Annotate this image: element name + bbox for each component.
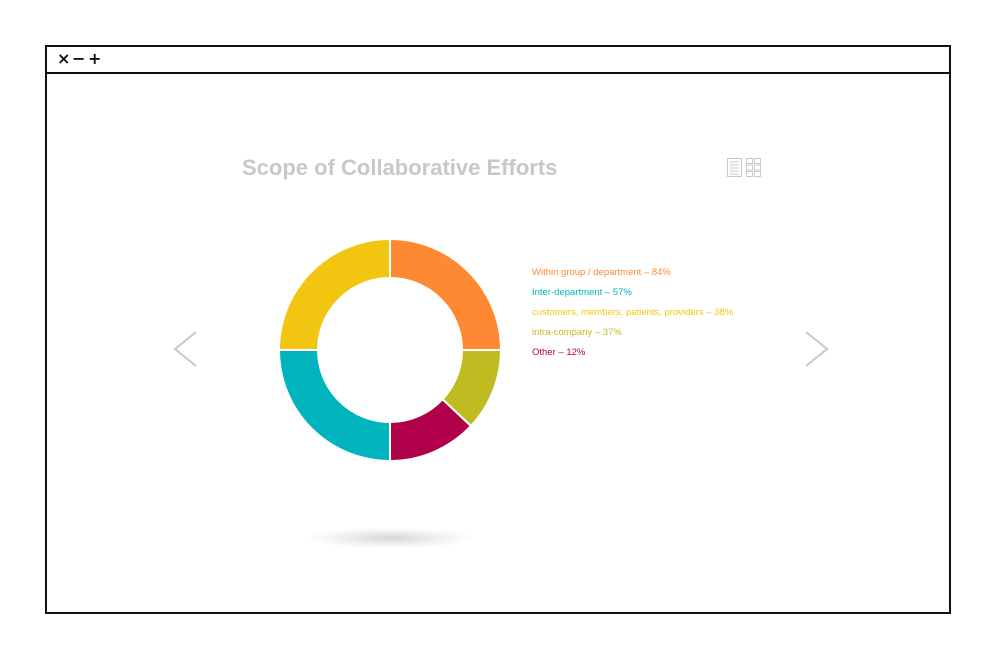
legend-item-4: Other – 12% bbox=[532, 347, 586, 358]
chart-shadow bbox=[305, 527, 475, 549]
app-window: × − + Scope of Collaborative Efforts Wit… bbox=[45, 45, 951, 614]
legend-item-1: Inter-department – 57% bbox=[532, 287, 632, 298]
donut-chart bbox=[277, 237, 503, 463]
donut-slice-2[interactable] bbox=[277, 237, 391, 351]
legend-item-3: intra-company – 37% bbox=[532, 327, 622, 338]
chart-legend: Within group / department – 84% Inter-dep… bbox=[532, 267, 733, 367]
legend-item-0: Within group / department – 84% bbox=[532, 267, 671, 278]
donut-slice-0[interactable] bbox=[389, 237, 503, 351]
legend-item-2: customers, members, patients, providers … bbox=[532, 307, 734, 318]
donut-slice-1[interactable] bbox=[277, 349, 391, 463]
